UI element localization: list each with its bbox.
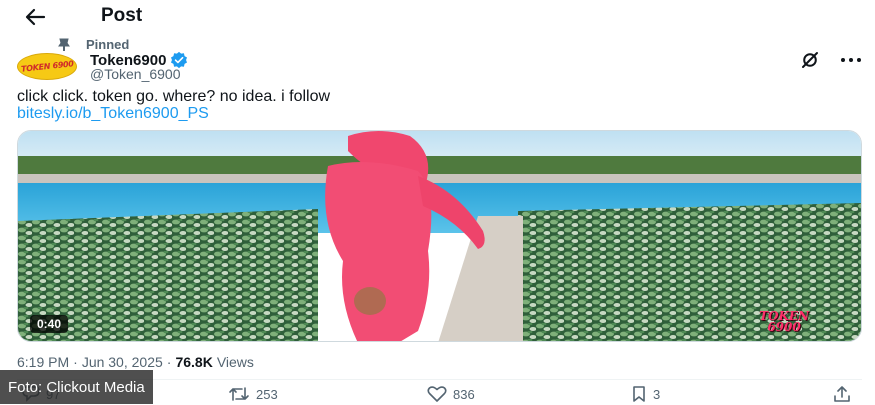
share-button[interactable] [833, 386, 851, 402]
bookmark-icon [633, 386, 645, 402]
views-count: 76.8K [175, 354, 213, 370]
pinned-indicator: Pinned [56, 37, 129, 52]
watermark-line-2: 6900 [767, 320, 801, 334]
arrow-left-icon [25, 8, 46, 26]
avatar-logo-text: TOKEN 6900 [20, 59, 74, 74]
video-player[interactable]: 0:40 TOKEN 6900 [17, 130, 862, 342]
heart-icon [427, 386, 447, 402]
photo-credit-caption: Foto: Clickout Media [0, 370, 153, 404]
pinned-label: Pinned [86, 37, 130, 52]
bookmark-count: 3 [653, 386, 661, 402]
avatar[interactable]: TOKEN 6900 [17, 53, 77, 80]
video-frame [18, 131, 861, 341]
tweet-text: click click. token go. where? no idea. i… [17, 88, 331, 105]
post-header: Post [0, 0, 875, 34]
grok-icon [802, 52, 818, 68]
back-button[interactable] [20, 5, 50, 29]
repost-count: 253 [256, 386, 278, 402]
author-handle[interactable]: @Token_6900 [90, 66, 181, 82]
more-dots-icon [841, 58, 861, 62]
pin-icon [58, 38, 70, 51]
meta-separator: · [166, 354, 172, 370]
tweet-link[interactable]: bitesly.io/b_Token6900_PS [17, 105, 209, 123]
tweet-time[interactable]: 6:19 PM [17, 354, 69, 370]
repost-button[interactable]: 253 [228, 386, 278, 402]
video-duration: 0:40 [30, 315, 69, 333]
tweet-date[interactable]: Jun 30, 2025 [82, 354, 163, 370]
page-title: Post [101, 5, 143, 26]
more-options-button[interactable] [838, 49, 864, 71]
bookmark-button[interactable]: 3 [631, 386, 660, 402]
tweet-meta: 6:19 PM · Jun 30, 2025 · 76.8K Views [17, 354, 254, 370]
video-watermark: TOKEN 6900 [759, 310, 809, 334]
grok-button[interactable] [797, 49, 823, 71]
meta-separator: · [73, 354, 78, 370]
repost-icon [229, 387, 249, 401]
like-button[interactable]: 836 [427, 386, 475, 402]
like-count: 836 [453, 386, 475, 402]
share-icon [834, 386, 850, 402]
views-label: Views [216, 354, 254, 370]
